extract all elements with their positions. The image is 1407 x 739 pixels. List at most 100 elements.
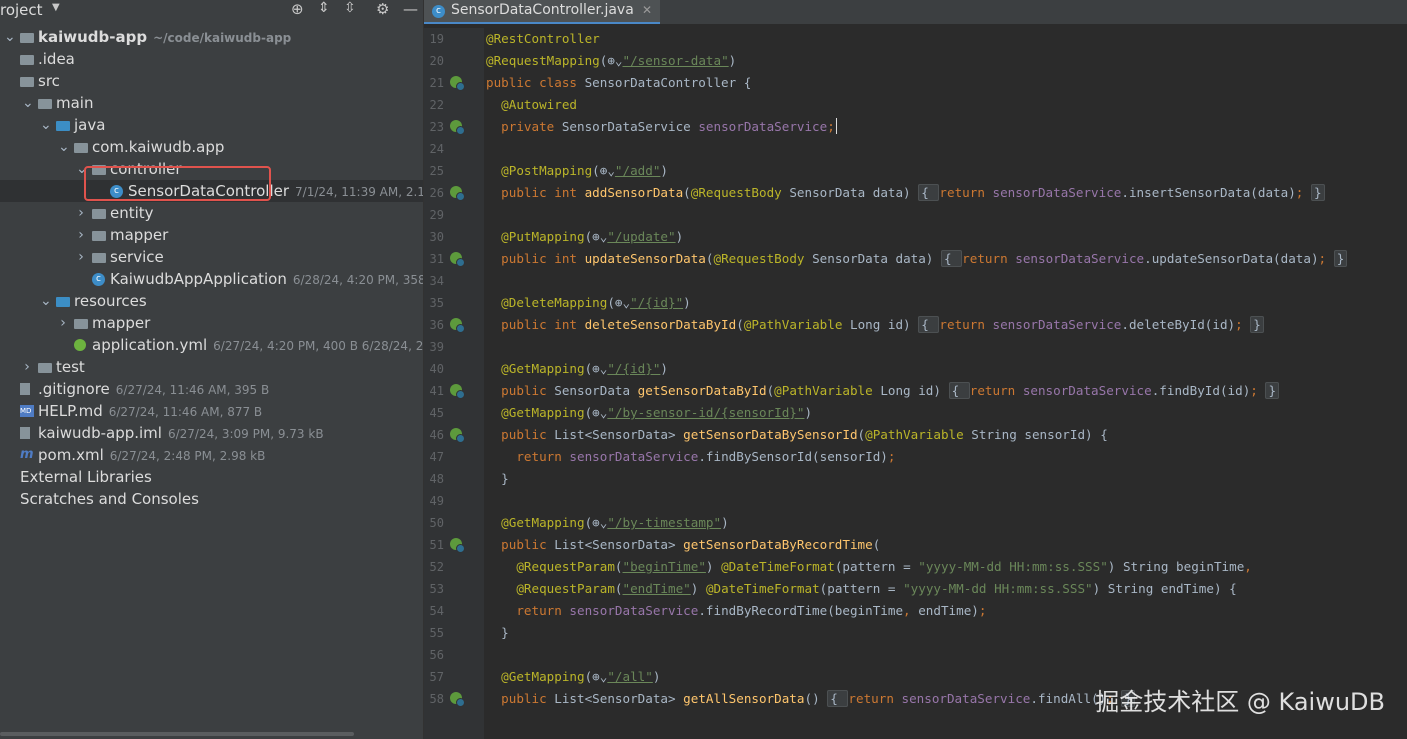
code-line[interactable]: 19 @RestController	[424, 28, 1407, 50]
tree-item[interactable]: ⌄ kaiwudb-app ~/code/kaiwudb-app	[0, 26, 423, 48]
chevron-down-icon[interactable]: ⌄	[76, 158, 88, 180]
code-token: @PathVariable	[774, 383, 881, 398]
tree-item-label: kaiwudb-app ~/code/kaiwudb-app	[38, 26, 291, 49]
code-line[interactable]: 25 @PostMapping(⊕⌄"/add")	[424, 160, 1407, 182]
tree-item[interactable]: .idea	[0, 48, 423, 70]
code-line[interactable]: 48 }	[424, 468, 1407, 490]
chevron-right-icon[interactable]: ›	[76, 224, 86, 246]
tree-item[interactable]: Scratches and Consoles	[0, 488, 423, 510]
code-token: )	[675, 229, 684, 244]
tree-item[interactable]: kaiwudb-app.iml 6/27/24, 3:09 PM, 9.73 kB	[0, 422, 423, 444]
code-line[interactable]: 39	[424, 336, 1407, 358]
code-line[interactable]: 47 return sensorDataService.findBySensor…	[424, 446, 1407, 468]
tree-item[interactable]: MD HELP.md 6/27/24, 11:46 AM, 877 B	[0, 400, 423, 422]
code-line[interactable]: 51 public List<SensorData> getSensorData…	[424, 534, 1407, 556]
tab-sensordatacontroller[interactable]: c SensorDataController.java ✕	[424, 0, 660, 24]
spring-bean-icon[interactable]	[450, 538, 465, 553]
spring-bean-icon[interactable]	[450, 384, 465, 399]
chevron-down-icon[interactable]: ⌄	[40, 290, 52, 312]
spring-bean-icon[interactable]	[450, 692, 465, 707]
code-line[interactable]: 35 @DeleteMapping(⊕⌄"/{id}")	[424, 292, 1407, 314]
spring-bean-icon[interactable]	[450, 186, 465, 201]
tree-item[interactable]: ⌄ controller	[0, 158, 423, 180]
chevron-right-icon[interactable]: ›	[58, 312, 68, 334]
tree-item-label: application.yml 6/27/24, 4:20 PM, 400 B 6…	[92, 334, 423, 357]
minimize-icon[interactable]: —	[403, 0, 418, 18]
tree-item[interactable]: › mapper	[0, 224, 423, 246]
locate-icon[interactable]: ⊕	[291, 0, 304, 18]
spring-bean-icon[interactable]	[450, 428, 465, 443]
package-icon	[92, 209, 106, 219]
code-line[interactable]: 30 @PutMapping(⊕⌄"/update")	[424, 226, 1407, 248]
spring-bean-icon[interactable]	[450, 76, 465, 91]
expand-all-icon[interactable]: ⇕	[318, 0, 330, 16]
tree-item-name: main	[56, 94, 94, 112]
markdown-icon: MD	[20, 405, 34, 417]
spring-bean-icon[interactable]	[450, 120, 465, 135]
code-line[interactable]: 50 @GetMapping(⊕⌄"/by-timestamp")	[424, 512, 1407, 534]
tree-item[interactable]: External Libraries	[0, 466, 423, 488]
code-line[interactable]: 34	[424, 270, 1407, 292]
code-token: SensorDataController {	[584, 75, 752, 90]
chevron-right-icon[interactable]: ›	[22, 356, 32, 378]
chevron-down-icon[interactable]: ⌄	[40, 114, 52, 136]
chevron-right-icon[interactable]: ›	[76, 202, 86, 224]
code-line[interactable]: 46 public List<SensorData> getSensorData…	[424, 424, 1407, 446]
code-line[interactable]: 56	[424, 644, 1407, 666]
code-line[interactable]: 20 @RequestMapping(⊕⌄"/sensor-data")	[424, 50, 1407, 72]
code-line[interactable]: 40 @GetMapping(⊕⌄"/{id}")	[424, 358, 1407, 380]
code-line[interactable]: 24	[424, 138, 1407, 160]
tree-item[interactable]: ⌄ java	[0, 114, 423, 136]
tree-item[interactable]: m pom.xml 6/27/24, 2:48 PM, 2.98 kB	[0, 444, 423, 466]
code-token: @DateTimeFormat	[721, 559, 835, 574]
code-line[interactable]: 21 public class SensorDataController {	[424, 72, 1407, 94]
collapse-all-icon[interactable]: ⇳	[344, 0, 356, 16]
code-line[interactable]: 53 @RequestParam("endTime") @DateTimeFor…	[424, 578, 1407, 600]
chevron-down-icon[interactable]: ▼	[52, 2, 60, 13]
code-token: return	[969, 383, 1023, 398]
code-line[interactable]: 45 @GetMapping(⊕⌄"/by-sensor-id/{sensorI…	[424, 402, 1407, 424]
chevron-down-icon[interactable]: ⌄	[58, 136, 70, 158]
chevron-down-icon[interactable]: ⌄	[4, 26, 16, 48]
gear-icon[interactable]: ⚙	[376, 0, 389, 18]
spring-bean-icon[interactable]	[450, 252, 465, 267]
tree-item[interactable]: ⌄ resources	[0, 290, 423, 312]
tree-item[interactable]: src	[0, 70, 423, 92]
chevron-down-icon[interactable]: ⌄	[22, 92, 34, 114]
tree-item[interactable]: ⌄ main	[0, 92, 423, 114]
tree-item[interactable]: › service	[0, 246, 423, 268]
code-line[interactable]: 31 public int updateSensorData(@RequestB…	[424, 248, 1407, 270]
spring-bean-icon[interactable]	[450, 318, 465, 333]
code-line[interactable]: 41 public SensorData getSensorDataById(@…	[424, 380, 1407, 402]
tree-item[interactable]: › mapper	[0, 312, 423, 334]
project-panel-title[interactable]: roject	[0, 1, 43, 19]
tree-item[interactable]: ⌄ com.kaiwudb.app	[0, 136, 423, 158]
code-text: return sensorDataService.findByRecordTim…	[486, 600, 986, 622]
tree-item[interactable]: application.yml 6/27/24, 4:20 PM, 400 B 6…	[0, 334, 423, 356]
code-line[interactable]: 26 public int addSensorData(@RequestBody…	[424, 182, 1407, 204]
code-line[interactable]: 29	[424, 204, 1407, 226]
tree-item-name: test	[56, 358, 85, 376]
tree-item[interactable]: c KaiwudbAppApplication 6/28/24, 4:20 PM, …	[0, 268, 423, 290]
code-line[interactable]: 22 @Autowired	[424, 94, 1407, 116]
tree-item[interactable]: › entity	[0, 202, 423, 224]
code-line[interactable]: 55 }	[424, 622, 1407, 644]
tree-item[interactable]: › test	[0, 356, 423, 378]
resources-folder-icon	[56, 297, 70, 307]
tree-item-name: java	[74, 116, 106, 134]
code-line[interactable]: 36 public int deleteSensorDataById(@Path…	[424, 314, 1407, 336]
tree-item-label: resources	[74, 290, 147, 312]
code-line[interactable]: 49	[424, 490, 1407, 512]
code-line[interactable]: 54 return sensorDataService.findByRecord…	[424, 600, 1407, 622]
close-icon[interactable]: ✕	[642, 3, 652, 17]
horizontal-scrollbar[interactable]	[0, 732, 354, 736]
code-line[interactable]: 52 @RequestParam("beginTime") @DateTimeF…	[424, 556, 1407, 578]
code-token: @DeleteMapping	[501, 295, 608, 310]
tree-item-name: .idea	[38, 50, 75, 68]
tree-item[interactable]: c SensorDataController 7/1/24, 11:39 AM, 2…	[0, 180, 423, 202]
tree-item[interactable]: .gitignore 6/27/24, 11:46 AM, 395 B	[0, 378, 423, 400]
folder-icon	[20, 55, 34, 65]
chevron-right-icon[interactable]: ›	[76, 246, 86, 268]
code-line[interactable]: 23 private SensorDataService sensorDataS…	[424, 116, 1407, 138]
